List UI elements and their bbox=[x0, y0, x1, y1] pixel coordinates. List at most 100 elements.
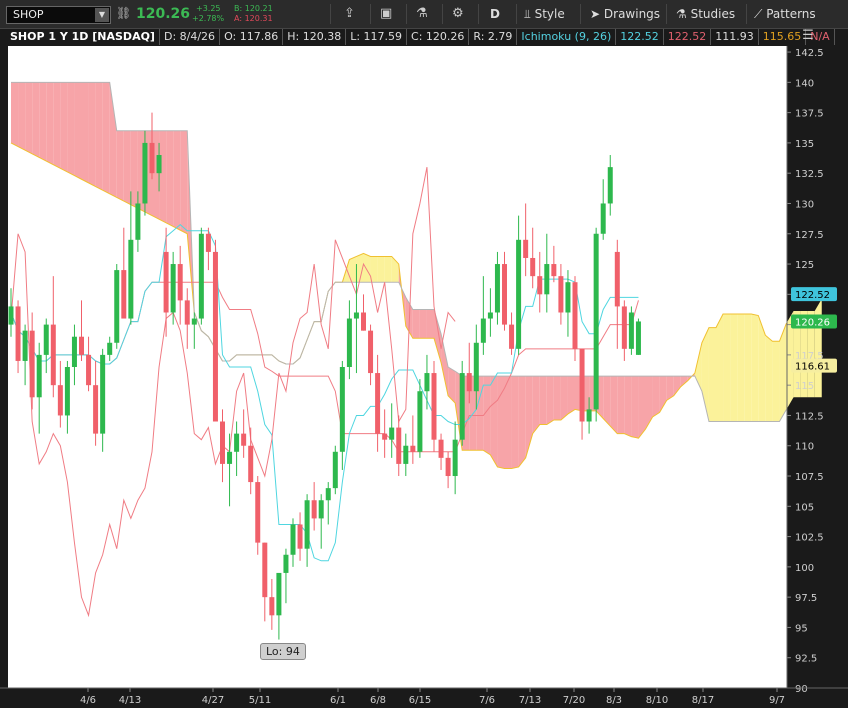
cloud-segment bbox=[180, 130, 188, 234]
price-label: 122.52 bbox=[795, 290, 830, 301]
candle-body bbox=[558, 276, 564, 313]
candle-body bbox=[318, 500, 324, 519]
cloud-segment bbox=[814, 298, 822, 398]
y-tick-label: 100 bbox=[795, 563, 814, 574]
y-tick-label: 137.5 bbox=[795, 109, 824, 120]
cloud-segment bbox=[370, 256, 378, 283]
cloud-segment bbox=[504, 376, 512, 469]
candle-body bbox=[339, 367, 345, 452]
cloud-segment bbox=[652, 376, 660, 417]
cloud-segment bbox=[123, 130, 131, 205]
cloud-segment bbox=[744, 314, 752, 422]
candle-body bbox=[86, 354, 92, 386]
cloud-segment bbox=[560, 376, 568, 420]
candle-body bbox=[586, 409, 592, 422]
y-tick-label: 135 bbox=[795, 139, 814, 150]
cloud-segment bbox=[567, 376, 575, 414]
cloud-segment bbox=[88, 82, 96, 187]
candle-body bbox=[353, 312, 359, 319]
cloud-segment bbox=[166, 130, 174, 227]
candle-body bbox=[452, 439, 458, 477]
candle-body bbox=[403, 445, 409, 464]
candle-body bbox=[22, 330, 28, 361]
candle-body bbox=[445, 457, 451, 477]
candle-body bbox=[114, 270, 120, 343]
cloud-segment bbox=[116, 130, 124, 202]
cloud-segment bbox=[723, 314, 731, 422]
cloud-segment bbox=[631, 376, 639, 439]
candle-body bbox=[128, 239, 134, 319]
y-tick-label: 130 bbox=[795, 199, 814, 210]
candle-body bbox=[332, 451, 338, 489]
x-tick-label: 7/13 bbox=[519, 695, 541, 706]
candle-body bbox=[50, 324, 56, 386]
candle-body bbox=[431, 373, 437, 440]
x-tick-label: 7/20 bbox=[563, 695, 585, 706]
cloud-segment bbox=[102, 82, 110, 194]
cloud-segment bbox=[490, 376, 498, 467]
x-tick-label: 7/6 bbox=[479, 695, 495, 706]
cloud-segment bbox=[624, 376, 632, 437]
candle-body bbox=[523, 239, 529, 258]
candle-body bbox=[600, 203, 606, 234]
candle-body bbox=[43, 324, 49, 355]
candle-body bbox=[593, 233, 599, 410]
price-chart[interactable]: 142.5140137.5135132.5130127.5125122.5120… bbox=[0, 0, 848, 708]
candle-body bbox=[205, 233, 211, 252]
cloud-segment bbox=[765, 335, 773, 422]
y-tick-label: 110 bbox=[795, 442, 814, 453]
candle-body bbox=[191, 318, 197, 325]
y-tick-label: 105 bbox=[795, 502, 814, 513]
candle-body bbox=[15, 306, 21, 361]
candle-body bbox=[614, 251, 620, 307]
candle-body bbox=[551, 264, 557, 277]
cloud-segment bbox=[419, 309, 427, 339]
cloud-segment bbox=[412, 309, 420, 339]
cloud-segment bbox=[553, 376, 561, 420]
cloud-segment bbox=[32, 82, 40, 158]
cloud-segment bbox=[617, 376, 625, 434]
x-tick-label: 6/15 bbox=[409, 695, 431, 706]
candle-body bbox=[149, 142, 155, 174]
cloud-segment bbox=[53, 82, 61, 169]
candle-body bbox=[502, 264, 507, 325]
candle-body bbox=[466, 373, 472, 392]
cloud-segment bbox=[384, 256, 392, 283]
y-tick-label: 142.5 bbox=[795, 48, 824, 59]
cloud-segment bbox=[11, 82, 19, 147]
cloud-segment bbox=[730, 314, 738, 422]
cloud-segment bbox=[511, 376, 519, 469]
candle-body bbox=[607, 167, 613, 204]
candle-body bbox=[234, 433, 240, 452]
candle-body bbox=[262, 542, 268, 598]
candle-body bbox=[382, 433, 388, 440]
y-tick-label: 90 bbox=[795, 684, 808, 695]
cloud-segment bbox=[67, 82, 75, 176]
candle-body bbox=[227, 451, 233, 464]
x-tick-label: 9/7 bbox=[769, 695, 785, 706]
candle-body bbox=[276, 572, 282, 616]
candle-body bbox=[361, 312, 366, 331]
candle-body bbox=[184, 300, 190, 325]
candle-body bbox=[8, 306, 14, 325]
candle-body bbox=[290, 524, 296, 555]
cloud-segment bbox=[737, 314, 745, 422]
candle-body bbox=[93, 385, 99, 434]
y-tick-label: 132.5 bbox=[795, 169, 824, 180]
x-tick-label: 8/10 bbox=[646, 695, 668, 706]
candle-body bbox=[537, 276, 543, 295]
candle-body bbox=[389, 427, 395, 440]
candle-body bbox=[346, 318, 352, 367]
candle-body bbox=[283, 554, 289, 573]
candle-body bbox=[579, 348, 585, 422]
cloud-segment bbox=[363, 253, 371, 283]
candle-body bbox=[635, 321, 641, 355]
candle-body bbox=[459, 373, 465, 440]
cloud-segment bbox=[751, 314, 759, 422]
cloud-segment bbox=[95, 82, 103, 191]
cloud-segment bbox=[539, 376, 547, 425]
x-tick-label: 8/3 bbox=[606, 695, 622, 706]
candle-body bbox=[220, 421, 225, 464]
y-tick-label: 107.5 bbox=[795, 472, 824, 483]
candle-body bbox=[621, 306, 627, 349]
